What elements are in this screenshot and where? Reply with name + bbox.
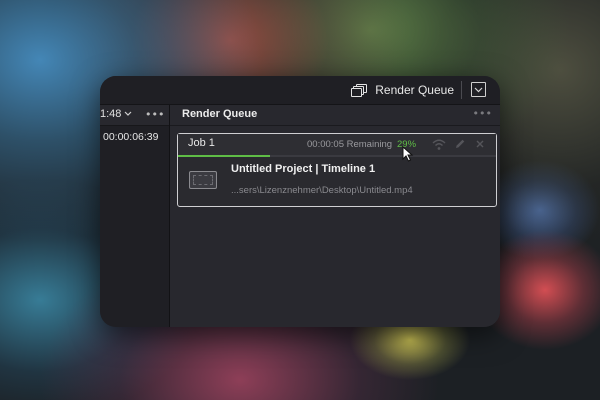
job-status-bar: Job 1 00:00:05 Remaining 29%: [178, 134, 496, 156]
render-queue-header: Render Queue •••: [170, 105, 500, 126]
timecode-options-button[interactable]: •••: [145, 108, 164, 121]
window-menu-button[interactable]: [471, 82, 486, 97]
timecode-panel: 1:48 ••• 00:00:06:39: [100, 105, 170, 327]
render-queue-toolbar-button[interactable]: Render Queue: [351, 76, 454, 104]
edit-pencil-icon[interactable]: [454, 138, 466, 150]
remote-render-icon[interactable]: [431, 138, 447, 151]
top-toolbar: Render Queue: [100, 76, 500, 105]
job-progress-fill: [178, 155, 271, 157]
render-queue-panel: Render Queue ••• Job 1 00:00:05 Remainin…: [170, 105, 500, 327]
job-output-path: ...sers\Lizenznehmer\Desktop\Untitled.mp…: [231, 185, 413, 196]
render-queue-title: Render Queue: [182, 108, 258, 120]
render-queue-toolbar-label: Render Queue: [375, 83, 454, 97]
chevron-down-icon: [474, 87, 483, 92]
job-progress-percent: 29%: [397, 139, 417, 150]
render-job-card[interactable]: Job 1 00:00:05 Remaining 29% Untitled Pr…: [177, 133, 497, 207]
job-thumbnail: [189, 171, 217, 189]
render-queue-options-button[interactable]: •••: [473, 107, 492, 120]
render-queue-icon: [351, 84, 368, 97]
timecode-display: 1:48: [100, 108, 122, 120]
timecode-panel-header: 1:48 •••: [100, 105, 169, 126]
toolbar-divider: [461, 81, 462, 99]
close-icon[interactable]: [475, 139, 485, 149]
timecode-dropdown-chevron-icon[interactable]: [124, 111, 132, 117]
render-queue-window: Render Queue 1:48 ••• 00:00:06:39 Render…: [100, 76, 500, 327]
timecode-value: 00:00:06:39: [103, 131, 159, 143]
job-remaining-time: 00:00:05 Remaining: [307, 139, 393, 150]
job-project-title: Untitled Project | Timeline 1: [231, 163, 376, 175]
job-progress-bar: [178, 155, 496, 157]
job-name: Job 1: [188, 137, 215, 149]
